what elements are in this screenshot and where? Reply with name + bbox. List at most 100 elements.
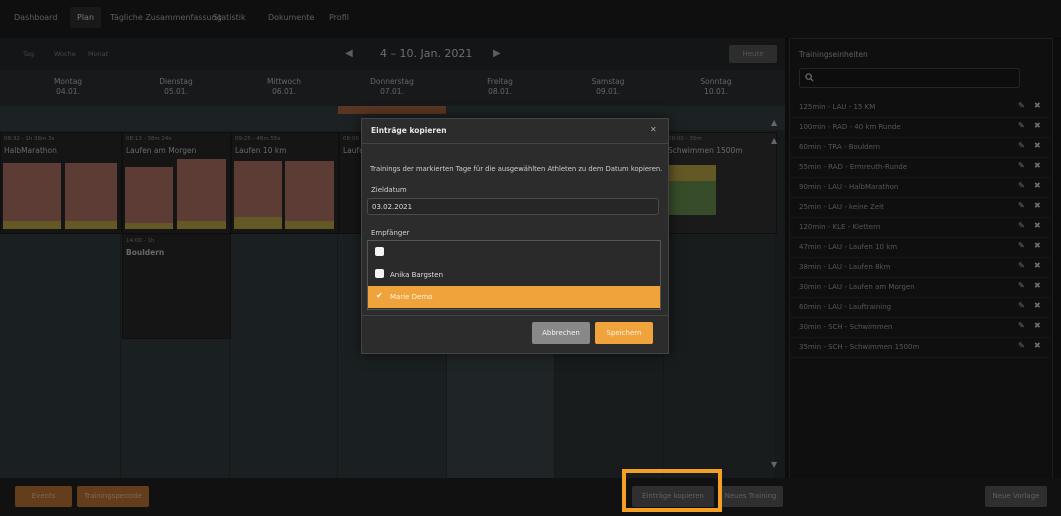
list-item[interactable]: 100min - RAD - 40 km Runde ✎ ✖ [790,117,1050,138]
training-period-button[interactable]: Trainingsperiode [77,486,149,507]
weekday-header: Montag 04.01. Dienstag 05.01. Mittwoch 06.0… [0,70,785,107]
list-item[interactable]: 60min - LAU - Lauftraining ✎ ✖ [790,297,1050,318]
edit-icon[interactable]: ✎ [1018,241,1025,250]
item-label: 125min - LAU - 15 KM [799,103,876,111]
new-template-button[interactable]: Neue Vorlage [985,486,1047,507]
day-date: 08.01. [488,87,512,96]
recipient-option[interactable]: Anika Bargsten [368,264,660,286]
list-item[interactable]: 30min - SCH - Schwimmen ✎ ✖ [790,317,1050,338]
new-training-button[interactable]: Neues Training [718,486,783,507]
list-item[interactable]: 55min - RAD - Ermreuth-Runde ✎ ✖ [790,157,1050,178]
close-icon[interactable]: ✕ [650,125,657,134]
dialog-title: Einträge kopieren [371,126,447,135]
training-entry[interactable]: 08:32 - 1h 38m 3s HalbMarathon [0,132,122,234]
nav-plan[interactable]: Plan [70,7,102,28]
edit-icon[interactable]: ✎ [1018,261,1025,270]
item-label: 55min - RAD - Ermreuth-Runde [799,163,908,171]
recipient-option[interactable] [368,242,660,264]
list-item[interactable]: 47min - LAU - Laufen 10 km ✎ ✖ [790,237,1050,258]
recipients-list: Anika Bargsten ✔ Marie Demo [367,240,661,310]
chevron-down-icon[interactable]: ▼ [771,460,777,469]
checkbox[interactable] [375,269,384,278]
edit-icon[interactable]: ✎ [1018,321,1025,330]
edit-icon[interactable]: ✎ [1018,341,1025,350]
day-name: Montag [53,77,83,86]
caret-left-icon[interactable]: ◀ [345,48,353,59]
delete-icon[interactable]: ✖ [1034,241,1041,250]
chevron-up-icon[interactable]: ▲ [771,118,777,127]
delete-icon[interactable]: ✖ [1034,321,1041,330]
checkbox[interactable] [375,247,384,256]
list-item[interactable]: 120min - KLE - Klettern ✎ ✖ [790,217,1050,238]
view-day-button[interactable]: Tag [23,50,34,58]
edit-icon[interactable]: ✎ [1018,281,1025,290]
bottom-toolbar: Events Trainingsperiode Einträge kopiere… [0,478,1061,516]
search-input[interactable] [799,68,1020,88]
dialog-description: Trainings der markierten Tage für die au… [370,165,663,173]
entry-title: Bouldern [126,248,165,257]
training-entry[interactable]: 14:00 - 1h Bouldern [122,234,231,339]
delete-icon[interactable]: ✖ [1034,221,1041,230]
nav-dashboard[interactable]: Dashboard [14,13,57,22]
nav-statistics[interactable]: Statistik [213,13,246,22]
list-item[interactable]: 25min - LAU - keine Zeit ✎ ✖ [790,197,1050,218]
delete-icon[interactable]: ✖ [1034,101,1041,110]
edit-icon[interactable]: ✎ [1018,201,1025,210]
day-name: Dienstag [159,77,193,86]
delete-icon[interactable]: ✖ [1034,161,1041,170]
delete-icon[interactable]: ✖ [1034,261,1041,270]
list-item[interactable]: 90min - LAU - HalbMarathon ✎ ✖ [790,177,1050,198]
chevron-up-icon[interactable]: ▲ [771,136,777,145]
entry-title: Laufen 10 km [235,146,287,155]
nav-documents[interactable]: Dokumente [268,13,314,22]
training-entry[interactable]: 08:13 - 38m 24s Laufen am Morgen [122,132,231,234]
delete-icon[interactable]: ✖ [1034,301,1041,310]
intensity-bar [177,221,226,229]
edit-icon[interactable]: ✎ [1018,121,1025,130]
edit-icon[interactable]: ✎ [1018,181,1025,190]
edit-icon[interactable]: ✎ [1018,301,1025,310]
events-button[interactable]: Events [15,486,72,507]
intensity-bar [668,201,716,215]
divider [362,315,668,316]
training-entry[interactable]: 08:00 - 35m Schwimmen 1500m [664,132,777,234]
delete-icon[interactable]: ✖ [1034,281,1041,290]
today-button[interactable]: Heute [729,45,777,63]
training-entry[interactable]: 09:25 - 46m 55s Laufen 10 km [231,132,339,234]
edit-icon[interactable]: ✎ [1018,101,1025,110]
list-item[interactable]: 60min - TRA - Bouldern ✎ ✖ [790,137,1050,158]
recipient-option-selected[interactable]: ✔ Marie Demo [368,286,660,308]
item-label: 120min - KLE - Klettern [799,223,881,231]
list-item[interactable]: 35min - SCH - Schwimmen 1500m ✎ ✖ [790,337,1050,358]
nav-daily-summary[interactable]: Tägliche Zusammenfassung [110,13,222,22]
delete-icon[interactable]: ✖ [1034,141,1041,150]
intensity-bar [65,163,117,221]
edit-icon[interactable]: ✎ [1018,141,1025,150]
delete-icon[interactable]: ✖ [1034,201,1041,210]
list-item[interactable]: 30min - LAU - Laufen am Morgen ✎ ✖ [790,277,1050,298]
view-month-button[interactable]: Monat [88,50,108,58]
list-item[interactable]: 125min - LAU - 15 KM ✎ ✖ [790,97,1050,118]
nav-profile[interactable]: Profil [329,13,349,22]
cancel-button[interactable]: Abbrechen [532,322,590,344]
top-navigation: Dashboard Plan Tägliche Zusammenfassung … [0,0,1061,39]
caret-right-icon[interactable]: ▶ [493,48,501,59]
checkmark-icon[interactable]: ✔ [376,291,383,300]
save-button[interactable]: Speichern [595,322,653,344]
day-date: 05.01. [164,87,188,96]
item-label: 30min - LAU - Laufen am Morgen [799,283,915,291]
edit-icon[interactable]: ✎ [1018,221,1025,230]
delete-icon[interactable]: ✖ [1034,121,1041,130]
event-strip[interactable] [338,106,446,114]
target-date-input[interactable] [367,198,659,215]
delete-icon[interactable]: ✖ [1034,341,1041,350]
delete-icon[interactable]: ✖ [1034,181,1041,190]
intensity-bar [125,223,173,229]
edit-icon[interactable]: ✎ [1018,161,1025,170]
intensity-bar [3,221,61,229]
view-week-button[interactable]: Woche [54,50,76,58]
list-item[interactable]: 38min - LAU - Laufen 8km ✎ ✖ [790,257,1050,278]
sidebar-title: Trainingseinheiten [799,50,868,59]
dialog-header: Einträge kopieren ✕ [362,119,668,144]
intensity-bar [285,161,334,221]
